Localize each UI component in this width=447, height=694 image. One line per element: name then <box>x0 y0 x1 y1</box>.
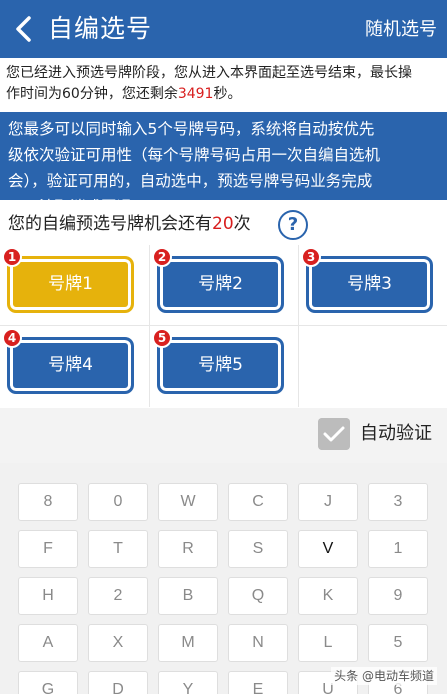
page-title: 自编选号 <box>48 14 153 43</box>
chance-row: 您的自编预选号牌机会还有20次 <box>0 200 447 248</box>
key-q[interactable]: Q <box>228 577 288 615</box>
plate-button-2[interactable]: 号牌2 <box>158 257 283 312</box>
plate-badge-2: 2 <box>152 247 172 267</box>
plate-badge-3: 3 <box>301 247 321 267</box>
key-9[interactable]: 9 <box>368 577 428 615</box>
key-k[interactable]: K <box>298 577 358 615</box>
plate-slot-4: 号牌4 4 <box>0 326 150 407</box>
help-icon[interactable]: ? <box>278 210 308 240</box>
notice-line-2: 作时间为60分钟，您还剩余3491秒。 <box>6 84 439 105</box>
key-n[interactable]: N <box>228 624 288 662</box>
random-select-button[interactable]: 随机选号 <box>365 17 437 43</box>
plate-badge-5: 5 <box>152 328 172 348</box>
key-f[interactable]: F <box>18 530 78 568</box>
plate-badge-1: 1 <box>2 247 22 267</box>
key-v[interactable]: V <box>298 530 358 568</box>
plate-button-3[interactable]: 号牌3 <box>307 257 432 312</box>
chance-suffix: 次 <box>233 214 251 234</box>
plate-button-4[interactable]: 号牌4 <box>8 338 133 393</box>
key-w[interactable]: W <box>158 483 218 521</box>
plate-keyboard: 80WCJ3FTRSV1H2BQK9AXMNL5GDYEU6 <box>0 463 447 694</box>
key-j[interactable]: J <box>298 483 358 521</box>
rules-info-panel: 您最多可以同时输入5个号牌号码，系统将自动按优先 级依次验证可用性（每个号牌号码… <box>0 112 447 216</box>
top-app-bar: 自编选号 随机选号 <box>0 0 447 58</box>
plate-grid: 号牌1 1 号牌2 2 号牌3 3 号牌4 4 号牌5 5 <box>0 245 447 407</box>
key-y[interactable]: Y <box>158 671 218 694</box>
key-g[interactable]: G <box>18 671 78 694</box>
plate-button-5[interactable]: 号牌5 <box>158 338 283 393</box>
key-2[interactable]: 2 <box>88 577 148 615</box>
plate-slot-5: 号牌5 5 <box>150 326 299 407</box>
key-a[interactable]: A <box>18 624 78 662</box>
timer-notice: 您已经进入预选号牌阶段，您从进入本界面起至选号结束，最长操 作时间为60分钟，您… <box>0 58 447 110</box>
chevron-left-icon[interactable] <box>10 14 38 44</box>
plate-slot-1: 号牌1 1 <box>0 245 150 326</box>
checkmark-icon[interactable] <box>318 418 350 450</box>
key-h[interactable]: H <box>18 577 78 615</box>
key-t[interactable]: T <box>88 530 148 568</box>
chance-text: 您的自编预选号牌机会还有20次 <box>8 212 251 236</box>
info-line-1: 您最多可以同时输入5个号牌号码，系统将自动按优先 <box>8 120 375 138</box>
watermark: 头条 @电动车频道 <box>331 667 437 685</box>
chance-count: 20 <box>212 214 234 234</box>
plate-slot-2: 号牌2 2 <box>150 245 299 326</box>
key-5[interactable]: 5 <box>368 624 428 662</box>
notice-line-2-suffix: 秒。 <box>213 86 242 102</box>
key-s[interactable]: S <box>228 530 288 568</box>
notice-line-2-prefix: 作时间为60分钟，您还剩余 <box>6 86 178 102</box>
key-e[interactable]: E <box>228 671 288 694</box>
key-1[interactable]: 1 <box>368 530 428 568</box>
plate-button-1[interactable]: 号牌1 <box>8 257 133 312</box>
remaining-seconds: 3491 <box>177 86 214 102</box>
info-line-2: 级依次验证可用性（每个号牌号码占用一次自编自选机 <box>8 146 381 164</box>
chance-prefix: 您的自编预选号牌机会还有 <box>8 214 212 234</box>
info-line-3: 会），验证可用的，自动选中，预选号牌号码业务完成 <box>8 172 373 190</box>
key-8[interactable]: 8 <box>18 483 78 521</box>
plate-badge-4: 4 <box>2 328 22 348</box>
key-0[interactable]: 0 <box>88 483 148 521</box>
key-r[interactable]: R <box>158 530 218 568</box>
key-x[interactable]: X <box>88 624 148 662</box>
key-l[interactable]: L <box>298 624 358 662</box>
key-m[interactable]: M <box>158 624 218 662</box>
key-c[interactable]: C <box>228 483 288 521</box>
key-b[interactable]: B <box>158 577 218 615</box>
notice-line-1: 您已经进入预选号牌阶段，您从进入本界面起至选号结束，最长操 <box>6 65 412 81</box>
key-3[interactable]: 3 <box>368 483 428 521</box>
plate-slot-3: 号牌3 3 <box>299 245 447 326</box>
auto-verify-label[interactable]: 自动验证 <box>360 421 432 447</box>
key-d[interactable]: D <box>88 671 148 694</box>
